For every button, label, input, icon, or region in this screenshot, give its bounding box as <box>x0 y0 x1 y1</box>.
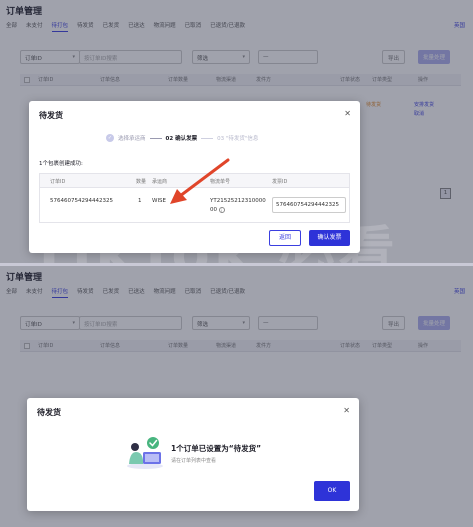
ok-button[interactable]: OK <box>314 481 350 501</box>
annotation-arrow-icon <box>170 158 230 204</box>
bottom-screenshot: 订单管理 全部 未支付 待打包 待发货 已发货 已送达 物流问题 已取消 已退货/已退款 英国 … <box>0 266 473 527</box>
success-illustration-icon <box>127 437 163 469</box>
success-message: 1个订单已设置为“待发货” <box>171 444 262 453</box>
ship-success-dialog: 待发货 ✕ 1个订单已设置为“待发货” 请在订单列表中查看 OK <box>27 398 359 511</box>
top-screenshot: 订单管理 全部 未支付 待打包 待发货 已发货 已送达 物流问题 已取消 已退货/已退款 英国 … <box>0 0 473 263</box>
dialog-title: 待发货 <box>37 408 61 417</box>
success-subtext: 请在订单列表中查看 <box>171 458 217 464</box>
close-icon[interactable]: ✕ <box>343 406 350 415</box>
